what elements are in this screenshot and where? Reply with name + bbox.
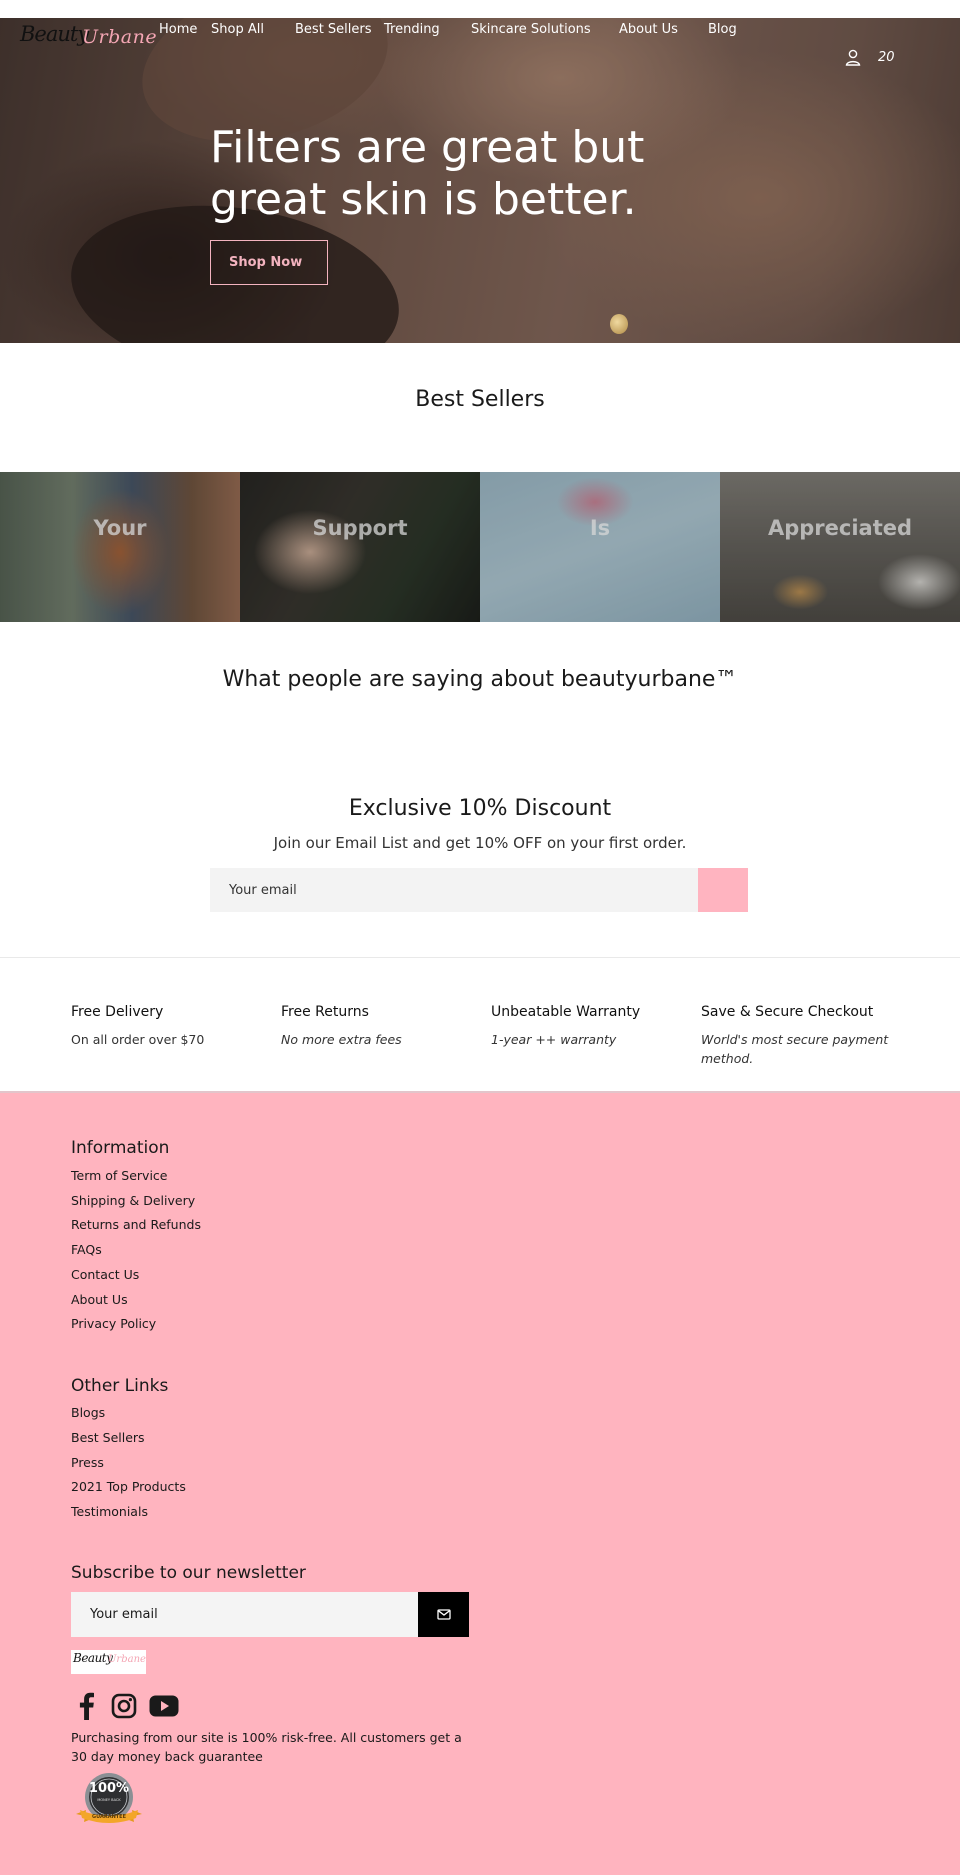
guarantee-text: Purchasing from our site is 100% risk-fr… bbox=[71, 1730, 462, 1764]
shop-now-button[interactable]: Shop Now bbox=[210, 240, 328, 285]
tile-label-appreciated: Appreciated bbox=[767, 516, 913, 540]
footer-link-about-us[interactable]: About Us bbox=[71, 1292, 128, 1307]
logo-text-urbane: Urbane bbox=[82, 26, 158, 48]
discount-title: Exclusive 10% Discount bbox=[348, 796, 612, 821]
tile-is[interactable]: Is bbox=[480, 472, 720, 622]
footer-link-faqs[interactable]: FAQs bbox=[71, 1242, 102, 1257]
feature-title: Save & Secure Checkout bbox=[701, 1004, 874, 1020]
discount-submit-button[interactable] bbox=[698, 868, 748, 912]
nav-blog[interactable]: Blog bbox=[708, 22, 737, 37]
footer-link-returns-refunds[interactable]: Returns and Refunds bbox=[71, 1217, 201, 1232]
footer-link-testimonials[interactable]: Testimonials bbox=[71, 1504, 148, 1519]
footer-link-term-of-service[interactable]: Term of Service bbox=[71, 1168, 168, 1183]
footer-link-best-sellers[interactable]: Best Sellers bbox=[71, 1430, 145, 1445]
user-icon[interactable] bbox=[845, 49, 861, 70]
hero-title-line-2: great skin is better. bbox=[210, 174, 637, 225]
feature-text: On all order over $70 bbox=[71, 1032, 205, 1047]
feature-secure-checkout: Save & Secure Checkout World's most secu… bbox=[701, 1004, 901, 1068]
footer-link-contact-us[interactable]: Contact Us bbox=[71, 1267, 139, 1282]
badge-top-text: MONEY BACK bbox=[97, 1798, 121, 1802]
footer-logo-beauty: Beauty bbox=[73, 1651, 113, 1665]
site-logo[interactable]: Beauty Urbane bbox=[20, 20, 158, 60]
badge-bottom-text: GUARANTEE bbox=[91, 1814, 127, 1820]
feature-free-returns: Free Returns No more extra fees bbox=[281, 1004, 481, 1049]
badge-percent: 100% bbox=[88, 1781, 130, 1796]
envelope-icon bbox=[436, 1605, 451, 1624]
testimonials-title: What people are saying about beautyurban… bbox=[222, 667, 738, 692]
footer-newsletter-heading: Subscribe to our newsletter bbox=[71, 1563, 306, 1583]
footer-link-privacy-policy[interactable]: Privacy Policy bbox=[71, 1316, 156, 1331]
nav-skincare-solutions[interactable]: Skincare Solutions bbox=[471, 22, 591, 37]
feature-warranty: Unbeatable Warranty 1-year ++ warranty bbox=[491, 1004, 691, 1049]
feature-text: World's most secure payment method. bbox=[701, 1032, 889, 1066]
footer-information-heading: Information bbox=[71, 1138, 170, 1158]
logo-text-beauty: Beauty bbox=[20, 22, 89, 46]
newsletter-submit-button[interactable] bbox=[418, 1592, 469, 1637]
nav-best-sellers[interactable]: Best Sellers bbox=[295, 22, 372, 37]
feature-title: Unbeatable Warranty bbox=[491, 1004, 641, 1020]
hero-title: Filters are great but great skin is bett… bbox=[210, 122, 730, 226]
money-back-guarantee-badge: 100% MONEY BACK GUARANTEE bbox=[72, 1770, 146, 1830]
section-divider bbox=[0, 957, 960, 958]
footer-logo-urbane: Urbane bbox=[108, 1654, 146, 1665]
newsletter-email-input[interactable]: Your email bbox=[71, 1592, 418, 1637]
footer-logo: Beauty Urbane bbox=[71, 1650, 146, 1674]
tile-support[interactable]: Support bbox=[240, 472, 480, 622]
feature-title: Free Returns bbox=[281, 1004, 369, 1020]
footer-link-blogs[interactable]: Blogs bbox=[71, 1405, 105, 1420]
hero-title-line-1: Filters are great but bbox=[210, 122, 645, 173]
footer-other-links-heading: Other Links bbox=[71, 1376, 169, 1396]
instagram-icon[interactable] bbox=[108, 1690, 140, 1722]
facebook-icon[interactable] bbox=[70, 1690, 102, 1722]
discount-email-input[interactable]: Your email bbox=[210, 868, 698, 912]
feature-title: Free Delivery bbox=[71, 1004, 164, 1020]
discount-subtitle: Join our Email List and get 10% OFF on y… bbox=[273, 834, 687, 852]
best-sellers-title: Best Sellers bbox=[415, 387, 545, 412]
tile-label-is: Is bbox=[589, 516, 611, 540]
footer-link-press[interactable]: Press bbox=[71, 1455, 104, 1470]
nav-shop-all[interactable]: Shop All bbox=[211, 22, 264, 37]
feature-free-delivery: Free Delivery On all order over $70 bbox=[71, 1004, 271, 1049]
tile-appreciated[interactable]: Appreciated bbox=[720, 472, 960, 622]
tile-label-your: Your bbox=[93, 516, 147, 540]
hero-image-earring bbox=[610, 314, 628, 334]
feature-text: No more extra fees bbox=[281, 1032, 402, 1047]
cart-count[interactable]: 20 bbox=[878, 50, 895, 65]
youtube-icon[interactable] bbox=[148, 1690, 180, 1722]
tile-your[interactable]: Your bbox=[0, 472, 240, 622]
feature-text: 1-year ++ warranty bbox=[491, 1032, 617, 1047]
tile-label-support: Support bbox=[312, 516, 408, 540]
nav-about-us[interactable]: About Us bbox=[619, 22, 678, 37]
nav-home[interactable]: Home bbox=[159, 22, 197, 37]
footer-link-shipping-delivery[interactable]: Shipping & Delivery bbox=[71, 1193, 195, 1208]
nav-trending[interactable]: Trending bbox=[384, 22, 440, 37]
footer-link-top-products[interactable]: 2021 Top Products bbox=[71, 1479, 186, 1494]
best-sellers-tiles: Your Support Is Appreciated bbox=[0, 472, 960, 622]
